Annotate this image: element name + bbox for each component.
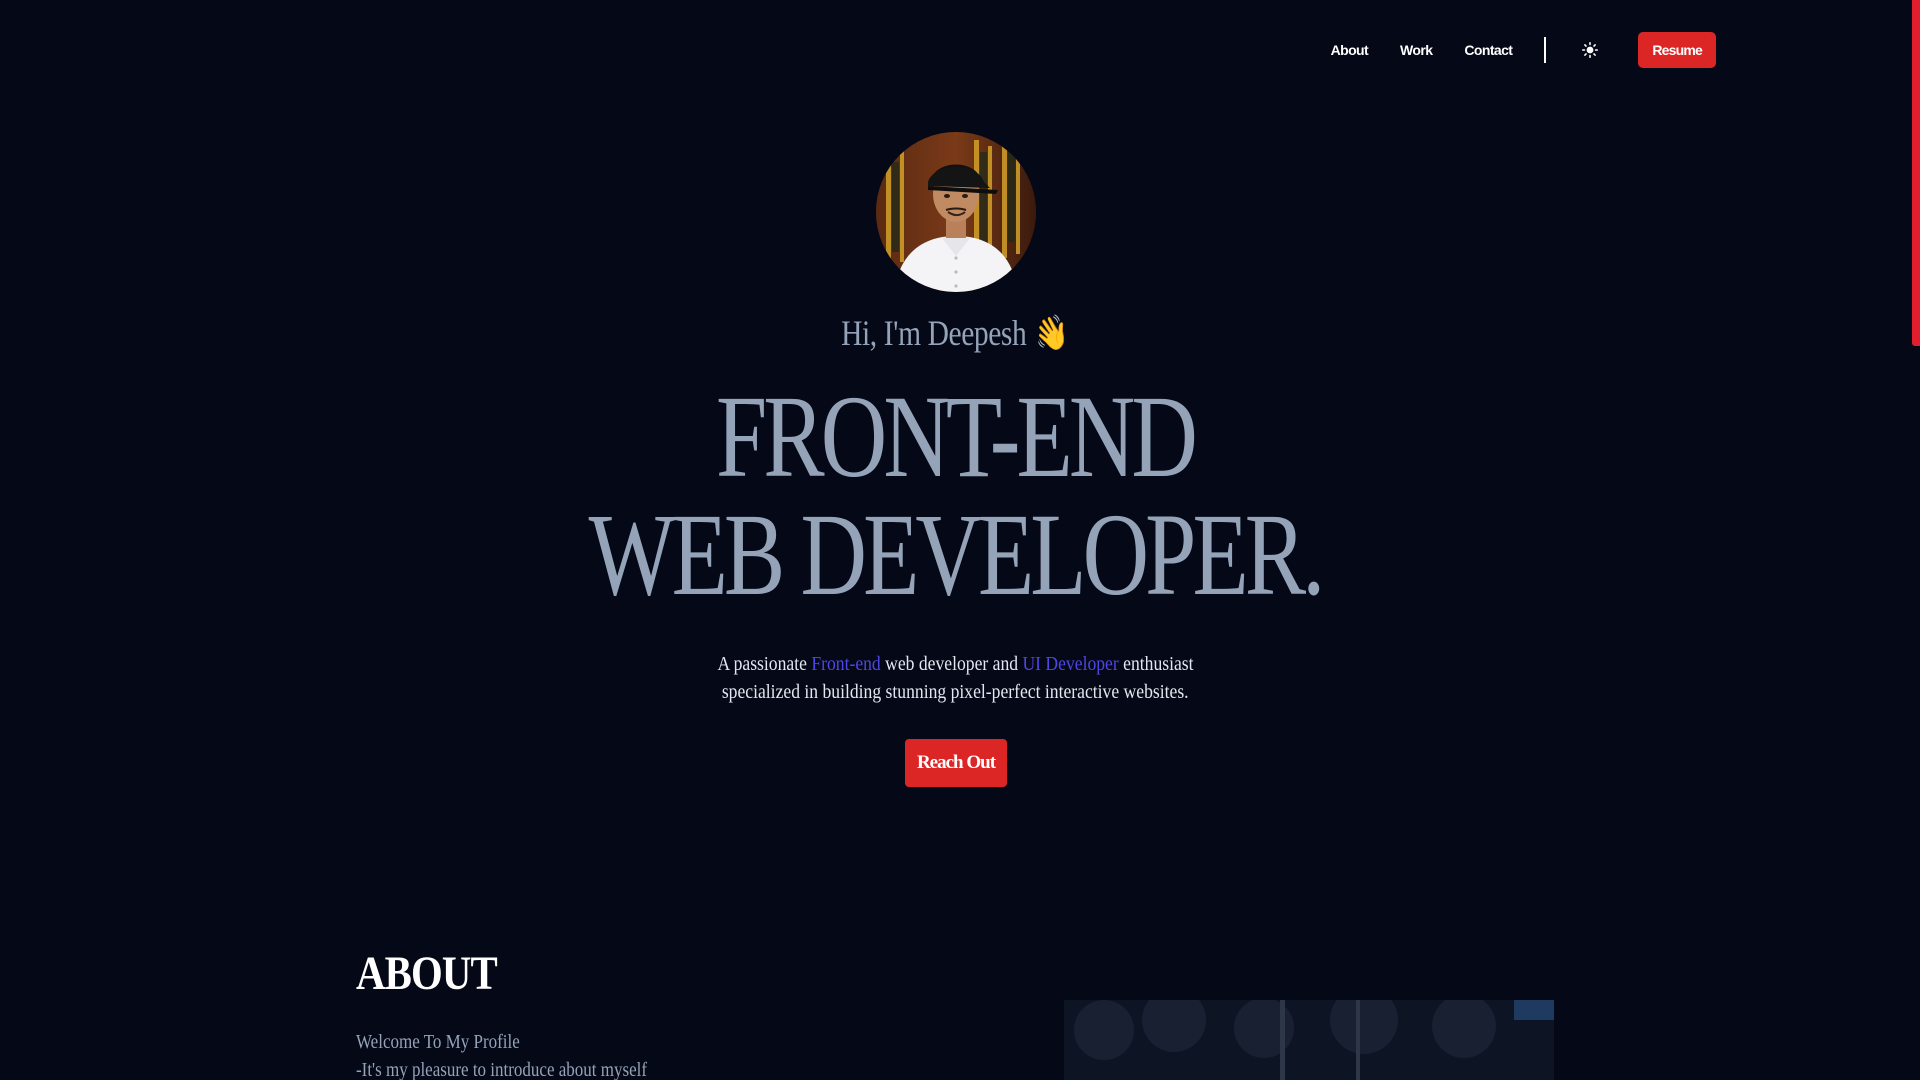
tagline-text: A passionate <box>716 653 811 675</box>
about-photo-scene <box>1064 1000 1554 1080</box>
nav-link-contact[interactable]: Contact <box>1464 42 1513 58</box>
about-heading: ABOUT <box>356 947 498 1000</box>
greeting-text: Hi, I'm Deepesh <box>841 313 1027 353</box>
hero-tagline: A passionate Front-end web developer and… <box>0 650 1910 706</box>
profile-avatar <box>876 132 1036 292</box>
theme-toggle-button[interactable] <box>1580 40 1600 60</box>
sun-icon <box>1582 42 1599 58</box>
nav-link-work[interactable]: Work <box>1400 42 1433 58</box>
tagline-highlight-ui: UI Developer <box>1021 653 1119 675</box>
hero-headline: FRONT-END WEB DEVELOPER. <box>0 378 1910 614</box>
reach-out-button[interactable]: Reach Out <box>905 739 1007 787</box>
tagline-text: web developer and <box>880 653 1022 675</box>
about-line-2: -It's my pleasure to introduce about mys… <box>356 1059 648 1080</box>
wave-hand-icon: 👋 <box>1031 310 1072 358</box>
tagline-highlight-frontend: Front-end <box>810 653 881 675</box>
headline-line-2: WEB DEVELOPER. <box>588 489 1326 620</box>
tagline-text: enthusiast <box>1118 653 1194 675</box>
about-intro: Welcome To My Profile -It's my pleasure … <box>356 1028 647 1080</box>
headline-line-1: FRONT-END <box>715 371 1198 502</box>
about-image <box>1064 1000 1554 1080</box>
nav-divider <box>1544 37 1547 63</box>
about-line-1: Welcome To My Profile <box>356 1031 520 1053</box>
top-nav: About Work Contact Resume <box>1331 32 1716 68</box>
tagline-line-1: A passionate Front-end web developer and… <box>717 650 1193 678</box>
tagline-line-2: specialized in building stunning pixel-p… <box>721 681 1189 703</box>
scrollbar[interactable] <box>1912 0 1920 1080</box>
profile-photo <box>876 132 1036 292</box>
scrollbar-thumb[interactable] <box>1912 0 1920 346</box>
resume-button[interactable]: Resume <box>1638 32 1716 68</box>
greeting-heading: Hi, I'm Deepesh 👋 <box>172 311 1738 358</box>
nav-link-about[interactable]: About <box>1331 42 1369 58</box>
page: About Work Contact Resume Hi, I'm Deepes… <box>0 0 1920 1080</box>
